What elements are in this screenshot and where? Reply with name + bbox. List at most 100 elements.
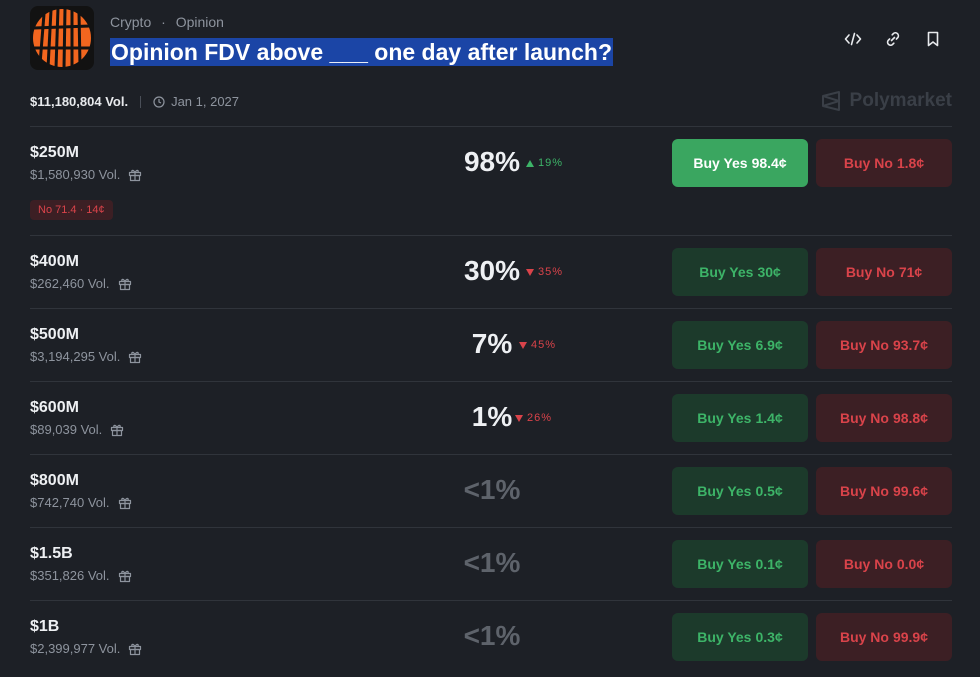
market-logo	[30, 6, 94, 70]
heart-down-icon	[515, 414, 523, 422]
gift-icon[interactable]	[110, 423, 124, 437]
buy-yes-button[interactable]: Buy Yes 30¢	[672, 248, 808, 296]
gift-icon[interactable]	[118, 277, 132, 291]
polymarket-logo-icon	[821, 91, 840, 111]
outcome-label[interactable]: $1.5B	[30, 545, 73, 563]
bookmark-icon[interactable]	[922, 28, 944, 50]
probability-change: 19%	[526, 157, 563, 169]
outcome-volume: $351,826 Vol.	[30, 568, 132, 583]
gift-icon[interactable]	[118, 496, 132, 510]
market-row: $500M $3,194,295 Vol. 7% 45% Buy Yes 6.9¢…	[30, 308, 952, 381]
outcome-volume-text: $2,399,977 Vol.	[30, 641, 121, 656]
buy-yes-price: 30¢	[757, 264, 781, 280]
buy-no-price: 71¢	[898, 264, 923, 280]
end-date: Jan 1, 2027	[153, 94, 239, 109]
buy-no-label: Buy No	[839, 337, 889, 353]
outcome-volume: $742,740 Vol.	[30, 495, 132, 510]
outcome-volume: $89,039 Vol.	[30, 422, 124, 437]
buy-yes-button[interactable]: Buy Yes 98.4¢	[672, 139, 808, 187]
buy-yes-label: Buy Yes	[699, 264, 754, 280]
outcome-probability: 1%	[471, 401, 513, 432]
buy-yes-button[interactable]: Buy Yes 0.5¢	[672, 467, 808, 515]
outcome-label[interactable]: $1B	[30, 618, 59, 636]
end-date-text: Jan 1, 2027	[171, 94, 240, 109]
outcome-volume: $2,399,977 Vol.	[30, 641, 142, 656]
buy-no-label: Buy No	[843, 155, 893, 171]
gift-icon[interactable]	[118, 569, 132, 583]
gift-icon[interactable]	[128, 350, 142, 364]
buy-no-button[interactable]: Buy No 71¢	[816, 248, 952, 296]
outcome-volume-text: $1,580,930 Vol.	[30, 167, 121, 182]
code-icon[interactable]	[842, 28, 864, 50]
probability-change-text: 45%	[531, 339, 557, 351]
buy-no-price: 0.0¢	[896, 556, 925, 572]
outcome-label[interactable]: $500M	[30, 326, 79, 344]
buy-yes-label: Buy Yes	[697, 629, 752, 645]
outcome-probability: <1%	[463, 474, 521, 505]
probability-change-text: 26%	[527, 412, 553, 424]
buy-no-button[interactable]: Buy No 99.6¢	[816, 467, 952, 515]
buy-yes-button[interactable]: Buy Yes 0.1¢	[672, 540, 808, 588]
buy-yes-price: 0.3¢	[755, 629, 783, 645]
buy-no-price: 99.6¢	[892, 483, 929, 499]
arrow-up-icon	[526, 159, 534, 167]
outcome-probability: 7%	[471, 328, 513, 359]
outcome-volume: $3,194,295 Vol.	[30, 349, 142, 364]
outcome-volume-text: $3,194,295 Vol.	[30, 349, 121, 364]
buy-no-button[interactable]: Buy No 98.8¢	[816, 394, 952, 442]
header-actions	[842, 28, 944, 50]
buy-no-label: Buy No	[845, 264, 895, 280]
buy-no-label: Buy No	[843, 556, 893, 572]
outcome-label[interactable]: $250M	[30, 144, 79, 162]
market-meta: $11,180,804 Vol. Jan 1, 2027	[30, 94, 239, 109]
outcome-volume-text: $742,740 Vol.	[30, 495, 110, 510]
buy-yes-label: Buy Yes	[693, 155, 748, 171]
probability-change: 26%	[515, 412, 552, 424]
breadcrumb-opinion[interactable]: Opinion	[176, 14, 224, 30]
buy-no-label: Buy No	[839, 483, 889, 499]
buy-yes-price: 98.4¢	[751, 155, 787, 171]
buy-yes-price: 0.5¢	[755, 483, 783, 499]
market-row: $1B $2,399,977 Vol. <1% Buy Yes 0.3¢ Buy…	[30, 600, 952, 673]
buy-yes-label: Buy Yes	[697, 410, 752, 426]
outcome-probability: <1%	[463, 620, 521, 651]
buy-yes-label: Buy Yes	[697, 556, 752, 572]
buy-no-button[interactable]: Buy No 1.8¢	[816, 139, 952, 187]
buy-yes-button[interactable]: Buy Yes 1.4¢	[672, 394, 808, 442]
breadcrumb-separator: ·	[161, 14, 166, 30]
outcome-volume-text: $351,826 Vol.	[30, 568, 110, 583]
outcome-volume-text: $89,039 Vol.	[30, 422, 103, 437]
outcome-label[interactable]: $600M	[30, 399, 79, 417]
buy-no-button[interactable]: Buy No 99.9¢	[816, 613, 952, 661]
buy-no-price: 93.7¢	[892, 337, 929, 353]
total-volume: $11,180,804 Vol.	[30, 94, 129, 109]
heart-down-icon	[526, 268, 534, 276]
buy-yes-price: 6.9¢	[755, 337, 783, 353]
brand-name: Polymarket	[849, 90, 952, 111]
heart-down-icon	[519, 341, 527, 349]
outcome-volume-text: $262,460 Vol.	[30, 276, 110, 291]
market-row: $250M $1,580,930 Vol. 98% 19% Buy Yes 98.…	[30, 126, 952, 235]
meta-divider	[140, 95, 142, 108]
probability-change-text: 19%	[538, 157, 564, 169]
outcome-label[interactable]: $400M	[30, 253, 79, 271]
outcome-label[interactable]: $800M	[30, 472, 79, 490]
gift-icon[interactable]	[128, 642, 142, 656]
buy-no-button[interactable]: Buy No 0.0¢	[816, 540, 952, 588]
buy-yes-button[interactable]: Buy Yes 0.3¢	[672, 613, 808, 661]
market-row: $1.5B $351,826 Vol. <1% Buy Yes 0.1¢ Buy…	[30, 527, 952, 600]
buy-yes-price: 1.4¢	[755, 410, 783, 426]
breadcrumb-crypto[interactable]: Crypto	[110, 14, 151, 30]
clock-icon	[153, 95, 165, 108]
gift-icon[interactable]	[128, 168, 142, 182]
link-icon[interactable]	[882, 28, 904, 50]
polymarket-watermark: Polymarket	[820, 90, 952, 112]
breadcrumb: Crypto · Opinion	[110, 14, 224, 30]
position-tag[interactable]: No 71.4 · 14¢	[30, 200, 113, 220]
buy-yes-button[interactable]: Buy Yes 6.9¢	[672, 321, 808, 369]
market-row: $400M $262,460 Vol. 30% 35% Buy Yes 30¢ B…	[30, 235, 952, 308]
buy-no-button[interactable]: Buy No 93.7¢	[816, 321, 952, 369]
buy-yes-label: Buy Yes	[697, 483, 752, 499]
probability-change: 35%	[526, 266, 563, 278]
probability-change: 45%	[519, 339, 556, 351]
